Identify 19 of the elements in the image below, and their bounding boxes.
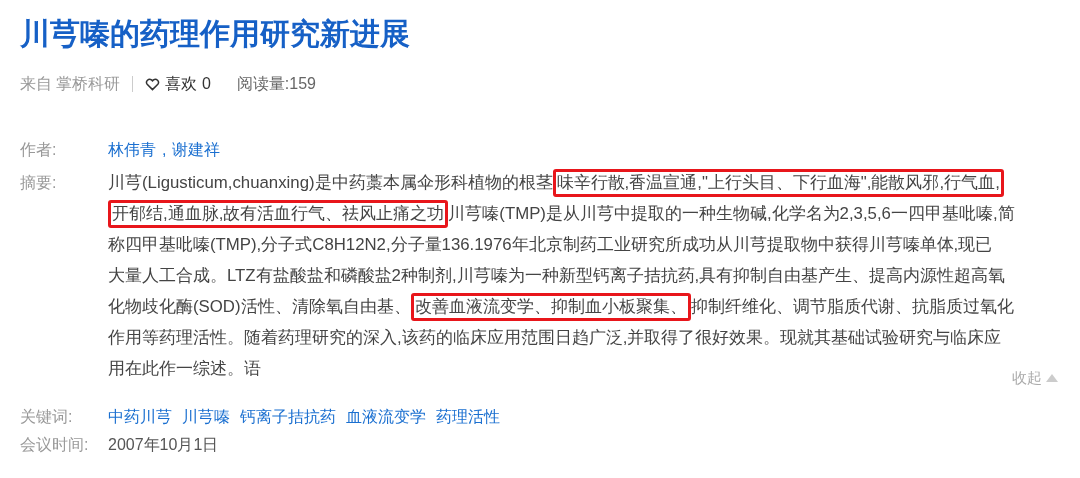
caret-up-icon (1046, 373, 1058, 382)
article-title: 川芎嗪的药理作用研究新进展 (20, 16, 411, 52)
read-count: 阅读量:159 (236, 74, 316, 94)
keyword-link[interactable]: 血液流变学 (346, 403, 426, 431)
keyword-link[interactable]: 川芎嗪 (182, 403, 230, 431)
keyword-link[interactable]: 钙离子拮抗药 (240, 403, 336, 431)
meeting-date: 2007年10月1日 (108, 435, 219, 455)
field-label: 会议时间: (20, 435, 90, 455)
like-button[interactable]: 喜欢 0 (145, 72, 211, 96)
field-label: 关键词: (20, 407, 74, 427)
source-text: 来自 掌桥科研 (20, 74, 121, 94)
heart-icon (145, 77, 161, 91)
keyword-link[interactable]: 药理活性 (436, 403, 500, 431)
author-link[interactable]: 林伟青 (108, 134, 156, 165)
author-link[interactable]: 谢建祥 (172, 134, 221, 165)
field-label: 作者: (20, 140, 58, 160)
separator-text: , (162, 140, 167, 160)
keyword-link[interactable]: 中药川芎 (108, 403, 172, 431)
field-label: 摘要: (20, 173, 58, 193)
